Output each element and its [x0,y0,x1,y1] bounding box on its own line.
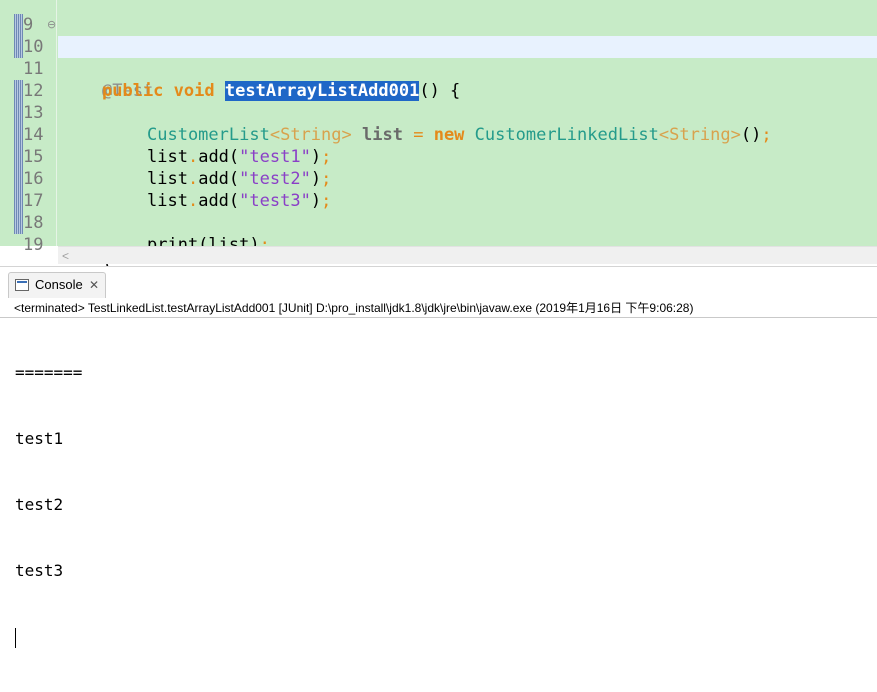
console-icon [15,279,29,291]
console-output-line: test1 [15,429,64,448]
code-line: 17 [0,168,877,211]
code-line: 18 print(list); [0,190,877,255]
code-line: 11 public void testArrayListAdd001() { [0,36,877,101]
code-line: 19 } [0,212,877,266]
tab-console[interactable]: Console ✕ [8,272,106,298]
close-icon[interactable]: ✕ [89,273,99,297]
horizontal-scrollbar[interactable]: < [58,246,877,264]
console-output-line: test2 [15,495,64,514]
console-output-line: ======= [15,363,83,382]
code-line: 15 list.add("test2"); [0,124,877,189]
code-line: 16 list.add("test3"); [0,146,877,211]
console-input-line[interactable] [15,626,877,648]
console-process-status: <terminated> TestLinkedList.testArrayLis… [0,298,877,318]
console-view: Console ✕ <terminated> TestLinkedList.te… [0,266,877,648]
console-tab-bar: Console ✕ [0,267,877,299]
console-output-line: test3 [15,561,64,580]
text-cursor [15,627,16,648]
code-line: 9 [0,0,877,35]
tab-console-label: Console [35,277,83,292]
fold-toggle-icon[interactable]: ⊖ [47,14,56,36]
code-line: 10 ⊖ @Test [0,14,877,101]
code-editor[interactable]: 9 10 ⊖ @Test 11 public void testArrayLis… [0,0,877,266]
code-line: 12 [0,58,877,101]
console-output[interactable]: ======= test1 test2 test3 [0,318,877,648]
code-line: 14 list.add("test1"); [0,102,877,167]
scroll-left-icon[interactable]: < [62,247,69,265]
code-line: 13 CustomerList<String> list = new Custo… [0,80,877,145]
code-line: 20 [0,234,877,246]
